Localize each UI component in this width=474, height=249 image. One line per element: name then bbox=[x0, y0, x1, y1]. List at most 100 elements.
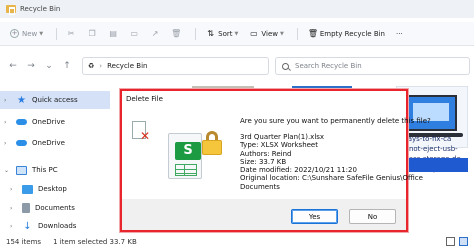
address-bar[interactable]: ♻ › Recycle Bin bbox=[82, 57, 269, 75]
empty-recycle-bin-button[interactable]: 🗑 Empty Recycle Bin bbox=[304, 27, 389, 40]
search-placeholder: Search Recycle Bin bbox=[295, 62, 362, 70]
toolbar-divider bbox=[195, 27, 197, 40]
sidebar-item-onedrive-2[interactable]: › OneDrive bbox=[0, 134, 110, 152]
chevron-right-icon: › bbox=[99, 62, 103, 70]
selection-info: 1 item selected 33.7 KB bbox=[53, 237, 137, 246]
address-row: ← → ⌄ ↑ ♻ › Recycle Bin Search Recycle B… bbox=[0, 54, 474, 78]
clipboard-icon: ▤ bbox=[109, 29, 117, 38]
chevron-right-icon: › bbox=[10, 204, 13, 212]
paste-button[interactable]: ▤ bbox=[105, 27, 121, 41]
dialog-question: Are you sure you want to permanently del… bbox=[240, 117, 431, 125]
file-size: Size: 33.7 KB bbox=[240, 157, 287, 166]
delete-warning-icon: ✕ bbox=[132, 121, 150, 142]
chevron-right-icon: › bbox=[10, 185, 13, 193]
share-icon: ↗ bbox=[151, 29, 159, 38]
file-date-modified: Date modified: 2022/10/21 11:20 bbox=[240, 166, 357, 175]
sidebar-item-label: Desktop bbox=[38, 185, 67, 193]
sidebar-item-onedrive[interactable]: › OneDrive bbox=[0, 113, 110, 131]
document-icon bbox=[22, 203, 30, 213]
up-arrow-icon[interactable]: ↑ bbox=[60, 61, 74, 71]
sidebar-item-quick-access[interactable]: › ★ Quick access bbox=[0, 91, 110, 109]
item-count: 154 items bbox=[6, 237, 42, 246]
x-icon: ✕ bbox=[140, 129, 151, 143]
chevron-right-icon: › bbox=[4, 118, 7, 126]
dialog-title: Delete File bbox=[126, 95, 163, 103]
toolbar-divider bbox=[56, 27, 58, 40]
large-icons-view-icon[interactable] bbox=[459, 237, 468, 246]
share-button[interactable]: ↗ bbox=[147, 27, 163, 41]
rename-button[interactable]: ▭ bbox=[126, 27, 142, 41]
sort-button[interactable]: ⇅ Sort ▼ bbox=[202, 27, 242, 40]
command-bar: + New ▼ ✂ ❐ ▤ ▭ ↗ 🗑 ⇅ Sort ▼ ▭ View ▼ 🗑 … bbox=[0, 22, 474, 46]
recycle-bin-icon: ♻ bbox=[88, 62, 95, 70]
computer-icon bbox=[16, 165, 27, 175]
delete-button[interactable]: 🗑 bbox=[168, 27, 184, 41]
sidebar-item-label: Downloads bbox=[38, 222, 77, 230]
search-box[interactable]: Search Recycle Bin bbox=[275, 57, 470, 75]
view-toggles bbox=[442, 237, 468, 246]
dialog-body: ✕ Are you sure you want to permanently d… bbox=[122, 107, 431, 199]
yes-button[interactable]: Yes bbox=[291, 209, 338, 224]
view-icon: ▭ bbox=[250, 29, 258, 38]
title-bar: Recycle Bin bbox=[0, 0, 474, 18]
details-view-icon[interactable] bbox=[446, 237, 455, 246]
view-button-label: View bbox=[261, 29, 278, 38]
desktop-icon bbox=[22, 184, 33, 194]
sort-button-label: Sort bbox=[218, 29, 233, 38]
sidebar-item-label: OneDrive bbox=[32, 118, 65, 126]
plus-icon: + bbox=[10, 29, 19, 38]
new-button-label: New bbox=[22, 29, 38, 38]
file-authors: Authors: Reind bbox=[240, 149, 292, 158]
cloud-icon bbox=[16, 140, 27, 146]
no-button[interactable]: No bbox=[349, 209, 396, 224]
breadcrumb[interactable]: Recycle Bin bbox=[107, 62, 147, 70]
chevron-right-icon: › bbox=[10, 222, 13, 230]
window-title: Recycle Bin bbox=[20, 5, 61, 13]
sidebar-item-desktop[interactable]: › Desktop bbox=[0, 180, 110, 198]
recent-locations-chevron-icon[interactable]: ⌄ bbox=[42, 61, 56, 71]
lock-icon bbox=[202, 131, 222, 155]
toolbar-divider bbox=[296, 27, 298, 40]
download-icon: ↓ bbox=[23, 220, 32, 232]
scissors-icon: ✂ bbox=[67, 29, 75, 38]
sidebar-item-label: OneDrive bbox=[32, 139, 65, 147]
file-original-location: Original location: C:\Sunshare SafeFile … bbox=[240, 174, 423, 183]
copy-icon: ❐ bbox=[88, 29, 96, 38]
empty-recycle-bin-label: Empty Recycle Bin bbox=[319, 29, 385, 38]
laptop-image bbox=[405, 95, 457, 131]
status-bar: 154 items 1 item selected 33.7 KB bbox=[0, 234, 474, 249]
sidebar-item-label: This PC bbox=[32, 166, 58, 174]
forward-arrow-icon[interactable]: → bbox=[24, 61, 38, 71]
sidebar-item-documents[interactable]: › Documents bbox=[0, 199, 110, 217]
spreadsheet-file-icon: S bbox=[168, 133, 202, 179]
more-options-button[interactable]: ··· bbox=[392, 28, 407, 40]
more-options-label: ··· bbox=[396, 29, 403, 38]
cut-button[interactable]: ✂ bbox=[63, 27, 79, 41]
delete-file-dialog: Delete File ✕ Are you sure you want to p… bbox=[120, 89, 431, 232]
chevron-down-icon: ▼ bbox=[279, 30, 284, 37]
search-icon bbox=[282, 62, 289, 70]
chevron-right-icon: › bbox=[4, 96, 7, 104]
back-arrow-icon[interactable]: ← bbox=[6, 61, 20, 71]
trash-icon: 🗑 bbox=[171, 29, 182, 38]
copy-button[interactable]: ❐ bbox=[84, 27, 100, 41]
file-type: Type: XLSX Worksheet bbox=[240, 141, 318, 150]
spreadsheet-grid-icon bbox=[175, 164, 197, 176]
lock-body bbox=[202, 140, 222, 155]
view-button[interactable]: ▭ View ▼ bbox=[245, 27, 287, 40]
chevron-down-icon: ▼ bbox=[39, 30, 44, 37]
cloud-icon bbox=[16, 119, 27, 125]
chevron-down-icon: ⌄ bbox=[4, 166, 10, 174]
sidebar-item-label: Quick access bbox=[32, 96, 78, 104]
chevron-down-icon: ▼ bbox=[234, 30, 239, 37]
file-original-location-cont: Documents bbox=[240, 182, 280, 191]
chevron-right-icon: › bbox=[4, 139, 7, 147]
sort-icon: ⇅ bbox=[207, 29, 214, 38]
sidebar-item-downloads[interactable]: › ↓ Downloads bbox=[0, 217, 110, 235]
star-icon: ★ bbox=[17, 94, 26, 106]
recycle-bin-icon: 🗑 bbox=[307, 29, 318, 38]
recycle-bin-icon bbox=[6, 5, 16, 15]
file-details: 3rd Quarter Plan(1).xlsx Type: XLSX Work… bbox=[240, 133, 423, 191]
new-button[interactable]: + New ▼ bbox=[6, 27, 47, 40]
sidebar-item-this-pc[interactable]: ⌄ This PC bbox=[0, 161, 110, 179]
